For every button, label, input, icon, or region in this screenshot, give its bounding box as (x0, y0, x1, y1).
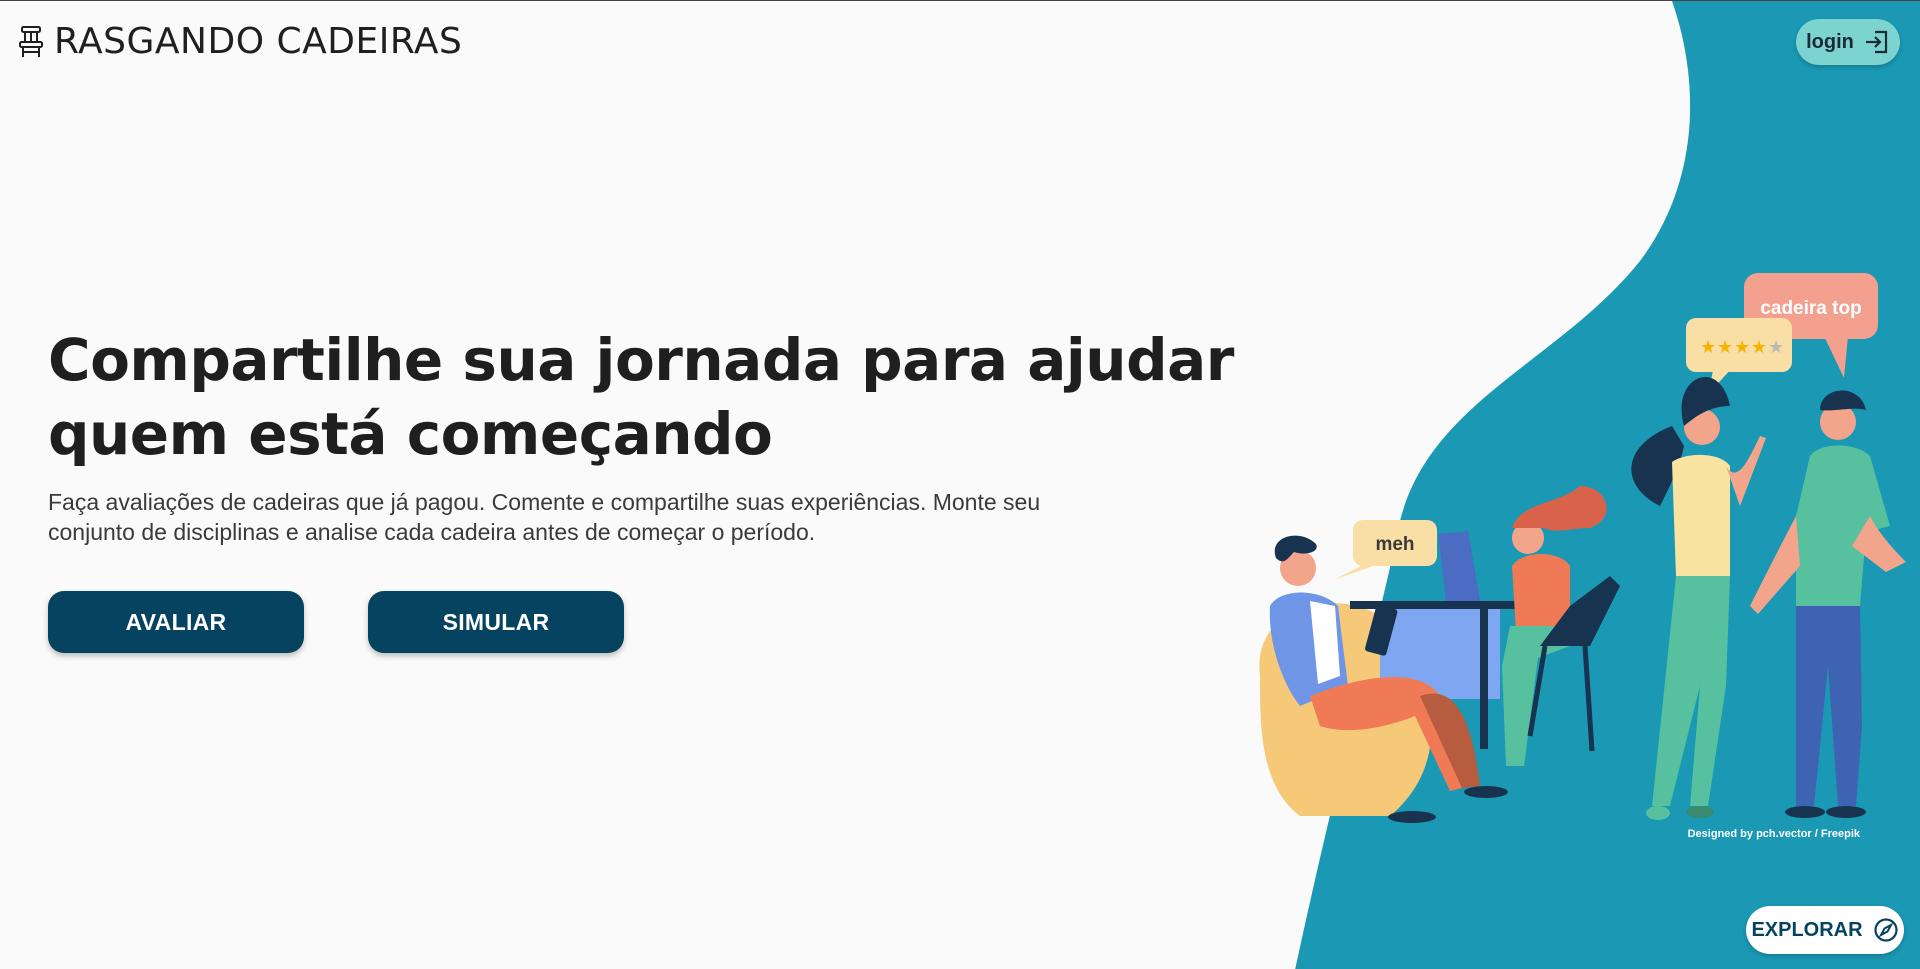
brand[interactable]: RASGANDO CADEIRAS (18, 21, 462, 62)
hero-actions: AVALIAR SIMULAR (48, 591, 624, 653)
brand-title: RASGANDO CADEIRAS (54, 21, 463, 62)
star-icon: ★ (1734, 337, 1750, 357)
explore-button[interactable]: EXPLORAR (1746, 906, 1904, 954)
star-icon: ★ (1751, 337, 1767, 357)
bubble-top-text: cadeira top (1760, 298, 1861, 319)
landing-page: RASGANDO CADEIRAS login Compartilhe sua … (0, 0, 1920, 969)
login-icon (1865, 30, 1887, 54)
compass-icon (1873, 918, 1898, 942)
login-label: login (1806, 30, 1854, 53)
simulate-button[interactable]: SIMULAR (368, 591, 624, 653)
evaluate-button[interactable]: AVALIAR (48, 591, 304, 653)
rating-stars: ★ ★ ★ ★ ★ (1700, 337, 1784, 357)
hero-headline: Compartilhe sua jornada para ajudar quem… (48, 326, 1234, 468)
people-illustration: cadeira top ★ ★ ★ ★ ★ meh (1259, 273, 1906, 823)
bubble-meh-text: meh (1375, 534, 1414, 555)
hero-section: Compartilhe sua jornada para ajudar quem… (48, 323, 1278, 547)
bubble-meh: meh (1334, 520, 1437, 580)
star-icon: ★ (1768, 337, 1784, 357)
star-icon: ★ (1700, 337, 1716, 357)
illustration-credit: Designed by pch.vector / Freepik (1687, 828, 1860, 840)
login-button[interactable]: login (1796, 19, 1900, 65)
explore-label: EXPLORAR (1751, 918, 1863, 941)
hero-description: Faça avaliações de cadeiras que já pagou… (48, 489, 1041, 545)
star-icon: ★ (1717, 337, 1733, 357)
chair-icon (19, 25, 43, 57)
